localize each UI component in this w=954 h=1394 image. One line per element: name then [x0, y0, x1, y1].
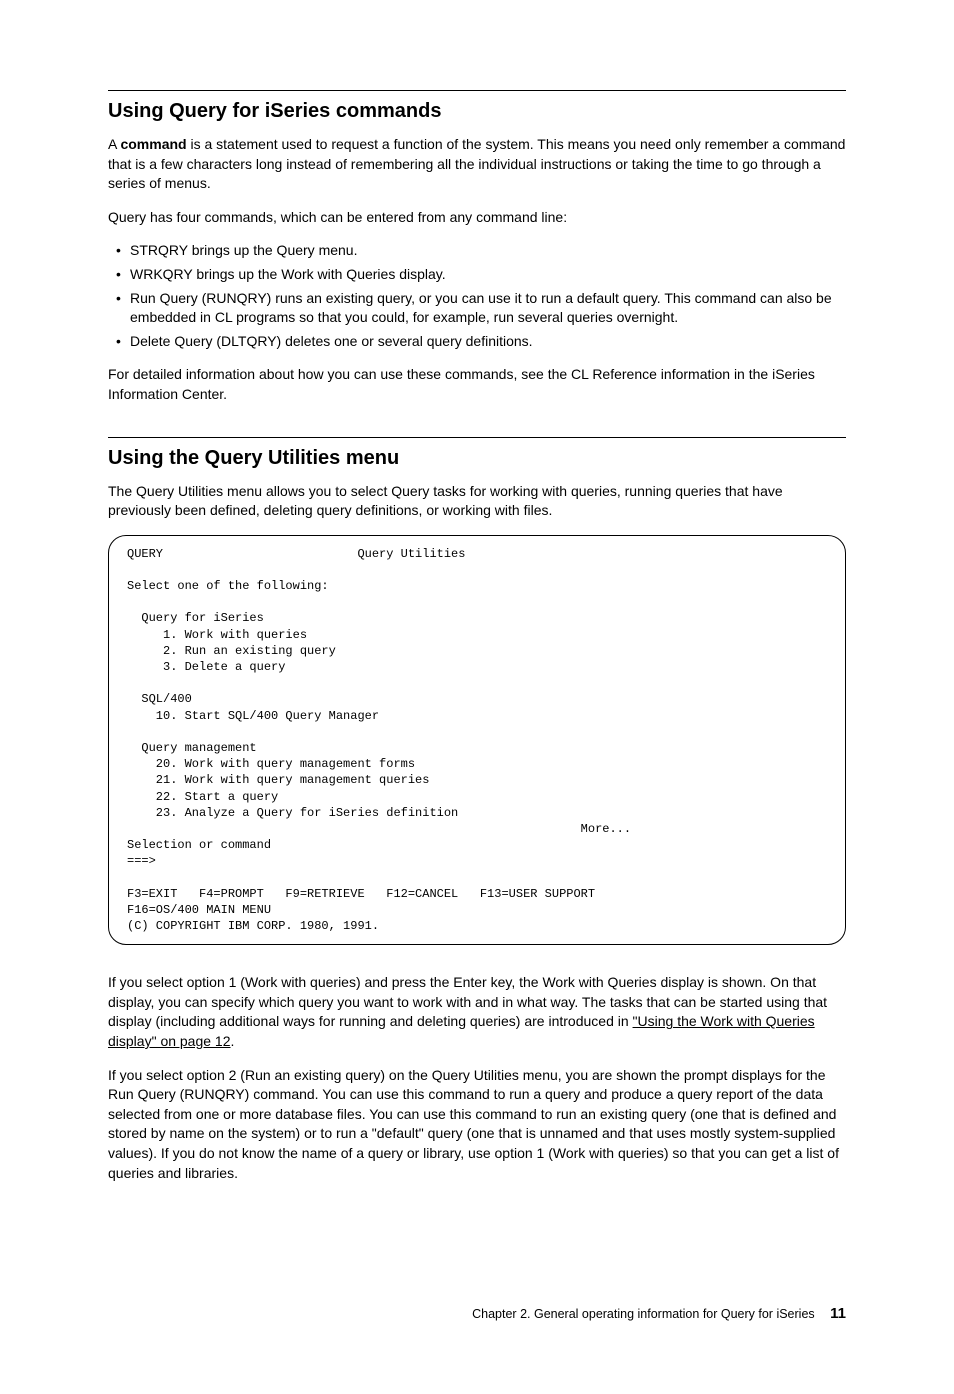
- text-a: A: [108, 136, 120, 152]
- paragraph-utilities-intro: The Query Utilities menu allows you to s…: [108, 482, 846, 521]
- list-item: Delete Query (DLTQRY) deletes one or sev…: [108, 332, 846, 352]
- paragraph-option-1: If you select option 1 (Work with querie…: [108, 973, 846, 1051]
- list-item: STRQRY brings up the Query menu.: [108, 241, 846, 261]
- paragraph-detailed-info: For detailed information about how you c…: [108, 365, 846, 404]
- section-heading-commands: Using Query for iSeries commands: [108, 97, 846, 125]
- page-footer: Chapter 2. General operating information…: [108, 1303, 846, 1324]
- footer-chapter: Chapter 2. General operating information…: [472, 1307, 815, 1321]
- page-number: 11: [830, 1305, 846, 1322]
- list-item: Run Query (RUNQRY) runs an existing quer…: [108, 289, 846, 328]
- list-item: WRKQRY brings up the Work with Queries d…: [108, 265, 846, 285]
- paragraph-command-definition: A command is a statement used to request…: [108, 135, 846, 194]
- section-heading-utilities-menu: Using the Query Utilities menu: [108, 444, 846, 472]
- paragraph-option-2: If you select option 2 (Run an existing …: [108, 1066, 846, 1184]
- text-b: .: [231, 1033, 235, 1049]
- terminal-screen: QUERY Query Utilities Select one of the …: [108, 535, 846, 946]
- bold-command: command: [120, 136, 186, 152]
- paragraph-four-commands: Query has four commands, which can be en…: [108, 208, 846, 228]
- command-list: STRQRY brings up the Query menu. WRKQRY …: [108, 241, 846, 351]
- text-b: is a statement used to request a functio…: [108, 136, 845, 191]
